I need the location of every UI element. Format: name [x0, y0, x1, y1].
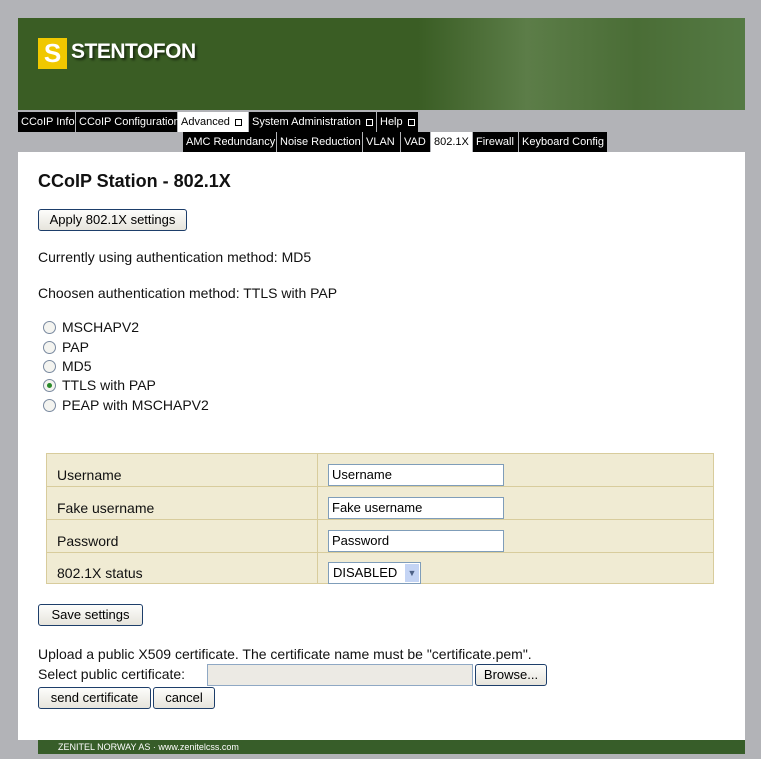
footer: ZENITEL NORWAY AS · www.zenitelcss.com — [38, 740, 745, 754]
header-banner: S STENTOFON — [18, 18, 745, 110]
radio-label: TTLS with PAP — [62, 377, 156, 393]
username-input[interactable]: Username — [328, 464, 504, 486]
radio-mschapv2[interactable] — [43, 321, 56, 334]
table-row: Fake username Fake username — [47, 487, 713, 520]
table-row: Username Username — [47, 454, 713, 487]
radio-pap[interactable] — [43, 341, 56, 354]
subtab-vlan[interactable]: VLAN — [363, 132, 401, 152]
subtab-802-1x[interactable]: 802.1X — [431, 132, 473, 152]
tab-label: 802.1X — [434, 136, 469, 148]
subtab-vad[interactable]: VAD — [401, 132, 431, 152]
subtab-amc-redundancy[interactable]: AMC Redundancy — [183, 132, 277, 152]
tab-label: Noise Reduction — [280, 136, 361, 148]
page-title: CCoIP Station - 802.1X — [38, 171, 231, 191]
password-label: Password — [57, 533, 119, 549]
username-label: Username — [57, 467, 122, 483]
dropdown-box-icon — [365, 118, 373, 126]
tab-label: CCoIP Info — [21, 116, 75, 128]
subtab-firewall[interactable]: Firewall — [473, 132, 519, 152]
tab-label: AMC Redundancy — [186, 136, 276, 148]
dropdown-box-icon — [407, 118, 415, 126]
tab-label: Keyboard Config — [522, 136, 604, 148]
settings-table: Username Username Fake username Fake use… — [46, 453, 714, 584]
certificate-file-input[interactable] — [207, 664, 473, 686]
tab-label: VLAN — [366, 136, 395, 148]
radio-ttls-pap[interactable] — [43, 379, 56, 392]
chevron-down-icon: ▼ — [405, 564, 419, 582]
tab-label: Advanced — [181, 116, 230, 128]
radio-label: MSCHAPV2 — [62, 319, 140, 335]
current-method-text: Currently using authentication method: M… — [38, 249, 312, 265]
status-select-value: DISABLED — [333, 565, 398, 580]
status-select[interactable]: DISABLED ▼ — [328, 562, 421, 584]
status-label: 802.1X status — [57, 565, 143, 581]
radio-peap-mschapv2[interactable] — [43, 399, 56, 412]
tab-label: System Administration — [252, 116, 361, 128]
radio-label: PAP — [62, 339, 89, 355]
password-input[interactable]: Password — [328, 530, 504, 552]
apply-8021x-button[interactable]: Apply 802.1X settings — [38, 209, 187, 231]
select-certificate-label: Select public certificate: — [38, 666, 186, 682]
tab-label: Firewall — [476, 136, 514, 148]
radio-label: MD5 — [62, 358, 92, 374]
browse-button[interactable]: Browse... — [475, 664, 547, 686]
cancel-button[interactable]: cancel — [153, 687, 215, 709]
tab-label: CCoIP Configuration — [79, 116, 180, 128]
upload-instructions: Upload a public X509 certificate. The ce… — [38, 646, 532, 662]
tab-label: Help — [380, 116, 403, 128]
fake-username-input[interactable]: Fake username — [328, 497, 504, 519]
send-certificate-button[interactable]: send certificate — [38, 687, 151, 709]
tab-label: VAD — [404, 136, 426, 148]
dropdown-box-icon — [234, 118, 242, 126]
tab-system-administration[interactable]: System Administration — [249, 112, 377, 132]
tab-advanced[interactable]: Advanced — [178, 112, 249, 132]
tab-ccoip-info[interactable]: CCoIP Info — [18, 112, 76, 132]
tab-help[interactable]: Help — [377, 112, 419, 132]
table-row: 802.1X status DISABLED ▼ — [47, 553, 713, 584]
subtab-noise-reduction[interactable]: Noise Reduction — [277, 132, 363, 152]
save-settings-button[interactable]: Save settings — [38, 604, 143, 626]
radio-label: PEAP with MSCHAPV2 — [62, 397, 209, 413]
radio-md5[interactable] — [43, 360, 56, 373]
stentofon-logo-icon: S — [38, 38, 67, 69]
brand-name: STENTOFON — [71, 40, 196, 63]
tab-ccoip-configuration[interactable]: CCoIP Configuration — [76, 112, 180, 132]
table-row: Password Password — [47, 520, 713, 553]
subtab-keyboard-config[interactable]: Keyboard Config — [519, 132, 608, 152]
fake-username-label: Fake username — [57, 500, 155, 516]
chosen-method-text: Choosen authentication method: TTLS with… — [38, 285, 338, 301]
